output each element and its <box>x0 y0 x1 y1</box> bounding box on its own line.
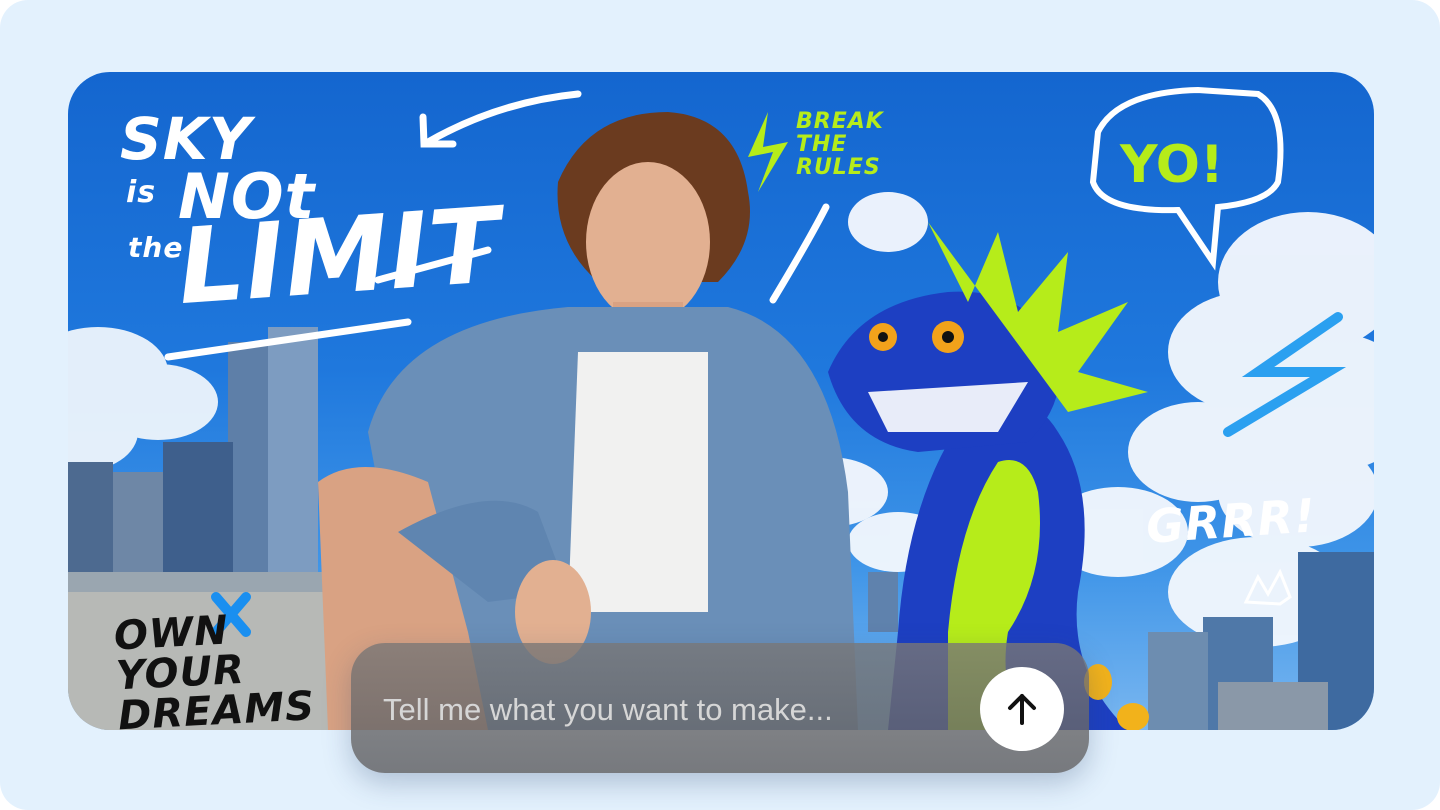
yo-graffiti: YO! <box>1119 135 1224 195</box>
limit-graffiti: LIMIT <box>174 183 505 329</box>
own-your-dreams-graffiti: OWN YOUR DREAMS <box>112 607 317 730</box>
the-graffiti: the <box>128 231 184 264</box>
page-background: YO! SKY is NOt the LIMIT BREAK THE RULES… <box>0 0 1440 810</box>
send-button[interactable] <box>980 667 1064 751</box>
break-the-rules-graffiti: BREAK THE RULES <box>796 109 884 181</box>
prompt-input[interactable] <box>381 681 965 739</box>
grrr-graffiti: GRRR! <box>1144 488 1318 554</box>
arrow-up-icon <box>1008 694 1036 725</box>
is-graffiti: is <box>126 175 157 210</box>
hero-image: YO! SKY is NOt the LIMIT BREAK THE RULES… <box>68 72 1374 730</box>
prompt-bar <box>351 643 1089 773</box>
